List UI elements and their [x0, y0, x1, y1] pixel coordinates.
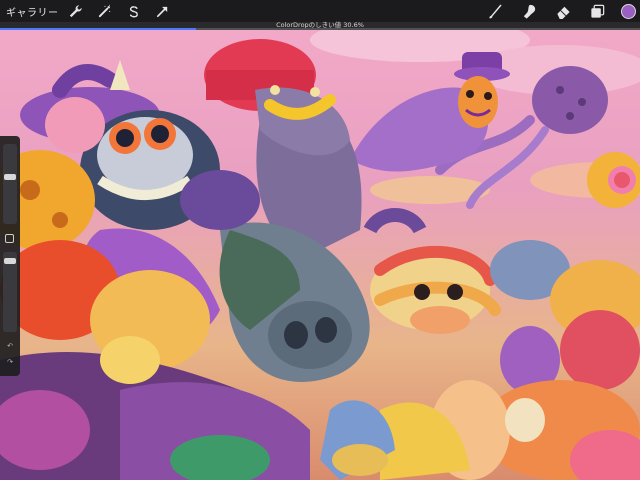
modify-button[interactable] [5, 234, 14, 243]
adjust-wand-icon[interactable] [96, 2, 114, 20]
undo-icon[interactable]: ↶ [6, 342, 14, 350]
gallery-button[interactable]: ギャラリー [6, 4, 59, 19]
brush-size-thumb[interactable] [4, 174, 16, 180]
layers-icon[interactable] [587, 1, 607, 21]
opacity-slider[interactable] [3, 252, 17, 332]
eraser-icon[interactable] [553, 1, 573, 21]
transform-arrow-icon[interactable] [154, 2, 172, 20]
opacity-thumb[interactable] [4, 258, 16, 264]
brush-sidebar: ↶ ↷ [0, 136, 20, 376]
top-toolbar: ギャラリー [0, 0, 640, 22]
smudge-icon[interactable] [519, 1, 539, 21]
artwork-illustration [0, 30, 640, 480]
selection-s-icon[interactable] [125, 2, 143, 20]
threshold-status-bar: ColorDropのしきい値 30.6% [0, 21, 640, 30]
brush-size-slider[interactable] [3, 144, 17, 224]
artwork-canvas[interactable]: ↶ ↷ [0, 30, 640, 480]
redo-icon[interactable]: ↷ [6, 358, 14, 366]
brush-icon[interactable] [485, 1, 505, 21]
wrench-icon[interactable] [67, 2, 85, 20]
color-picker-swatch[interactable] [621, 3, 636, 19]
